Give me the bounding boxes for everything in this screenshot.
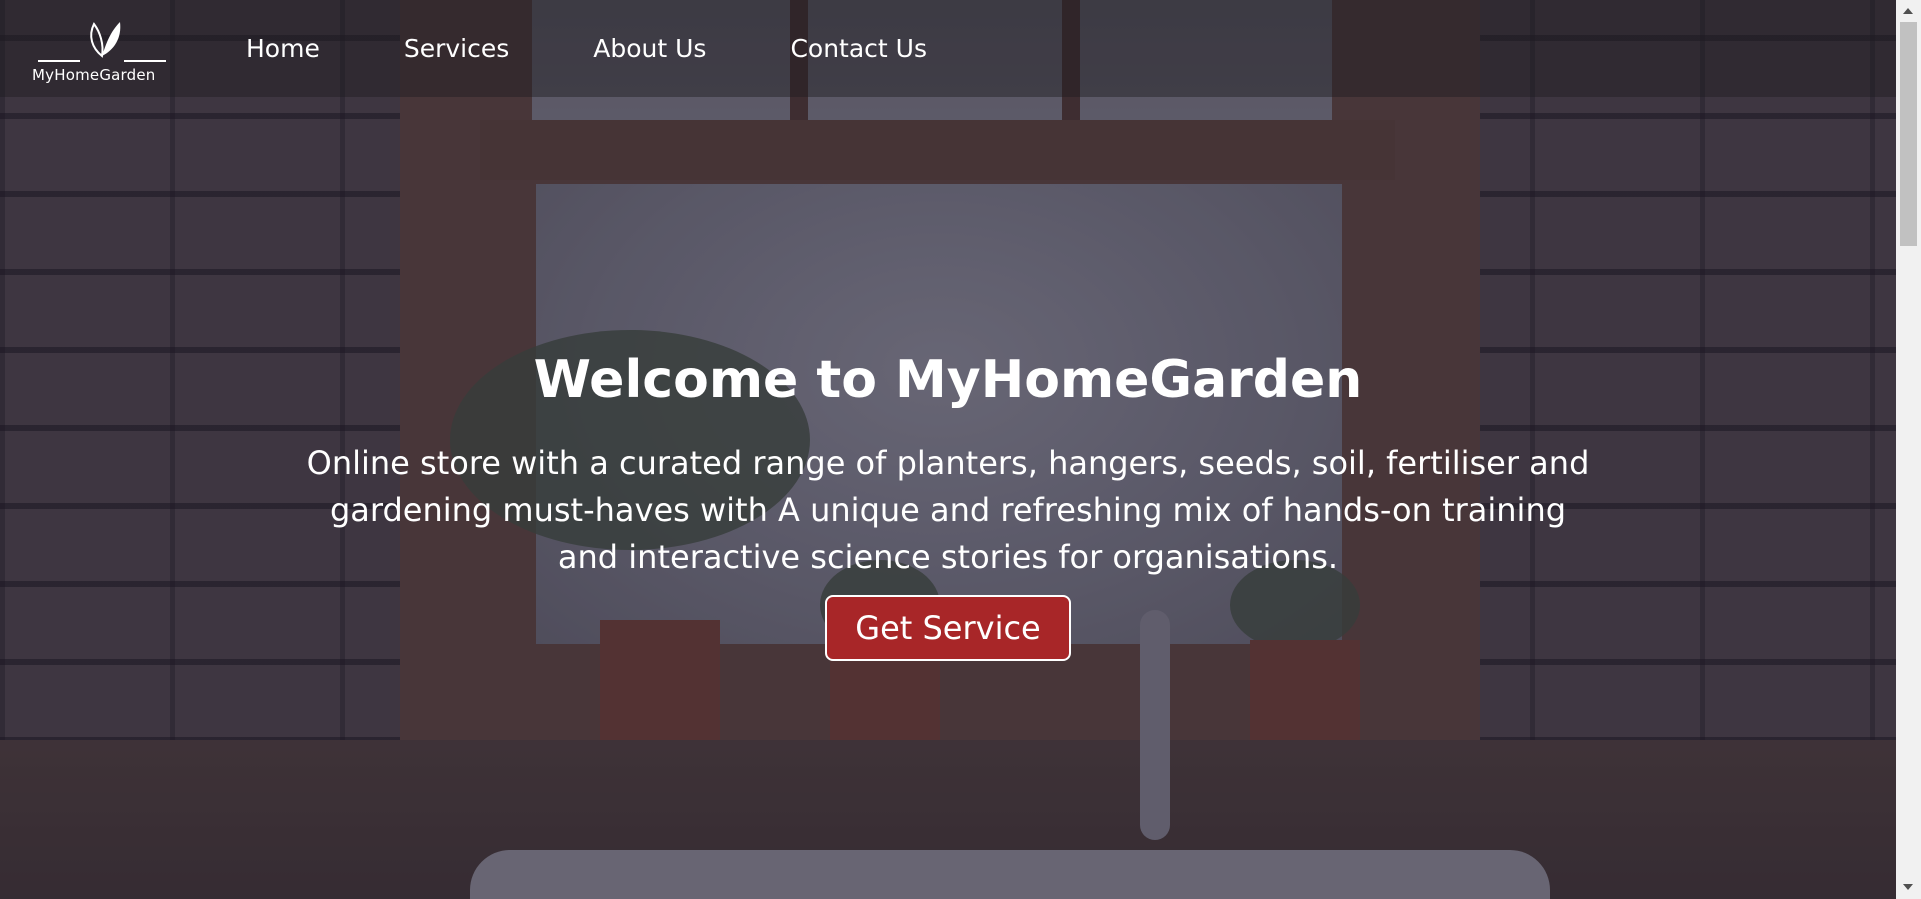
logo-text: MyHomeGarden <box>32 65 156 84</box>
nav-services-link[interactable]: Services <box>404 34 509 63</box>
navbar: MyHomeGarden Home Services About Us Cont… <box>0 0 1896 97</box>
scrollbar-thumb[interactable] <box>1900 22 1917 246</box>
scroll-down-arrow-icon[interactable] <box>1903 884 1913 890</box>
nav-about-link[interactable]: About Us <box>593 34 706 63</box>
vertical-scrollbar[interactable] <box>1896 0 1921 899</box>
logo[interactable]: MyHomeGarden <box>30 14 170 84</box>
hero-section: Welcome to MyHomeGarden Online store wit… <box>0 340 1896 661</box>
hero-title: Welcome to MyHomeGarden <box>533 350 1363 410</box>
page: MyHomeGarden Home Services About Us Cont… <box>0 0 1921 899</box>
logo-line <box>124 59 166 62</box>
logo-line <box>38 59 80 62</box>
nav-home-link[interactable]: Home <box>246 34 320 63</box>
nav-links: Home Services About Us Contact Us <box>246 34 1011 63</box>
nav-contact-link[interactable]: Contact Us <box>790 34 927 63</box>
leaf-icon <box>90 21 121 58</box>
get-service-button[interactable]: Get Service <box>825 595 1071 661</box>
hero-description: Online store with a curated range of pla… <box>306 444 1590 576</box>
scroll-up-arrow-icon[interactable] <box>1903 8 1913 14</box>
